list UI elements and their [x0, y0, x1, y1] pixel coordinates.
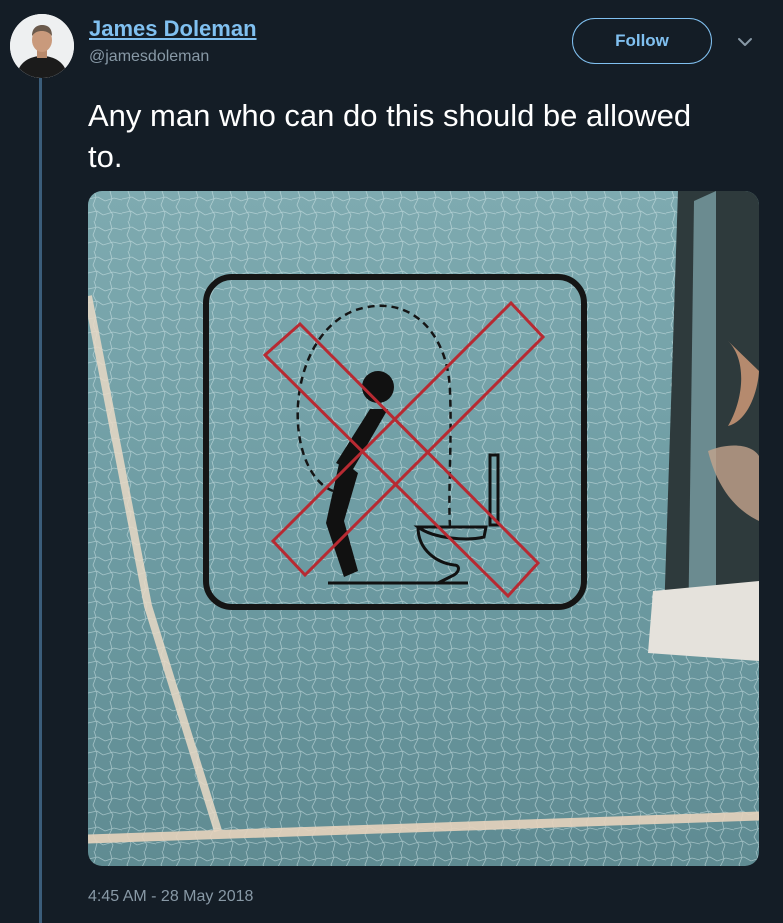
- follow-button[interactable]: Follow: [572, 18, 712, 64]
- no-peeing-while-standing-sign-photo: [88, 191, 759, 866]
- avatar[interactable]: [10, 14, 74, 78]
- thread-connector-line: [39, 76, 42, 923]
- tweet-photo[interactable]: [88, 191, 759, 866]
- avatar-image: [10, 14, 74, 78]
- tweet-timestamp[interactable]: 4:45 AM - 28 May 2018: [88, 886, 253, 908]
- tweet-text: Any man who can do this should be allowe…: [88, 98, 692, 174]
- more-options-button[interactable]: [733, 32, 757, 52]
- chevron-down-icon: [738, 38, 752, 46]
- author-display-name[interactable]: James Doleman: [89, 16, 257, 42]
- author-handle[interactable]: @jamesdoleman: [89, 47, 257, 67]
- tweet-author: James Doleman @jamesdoleman: [89, 16, 257, 67]
